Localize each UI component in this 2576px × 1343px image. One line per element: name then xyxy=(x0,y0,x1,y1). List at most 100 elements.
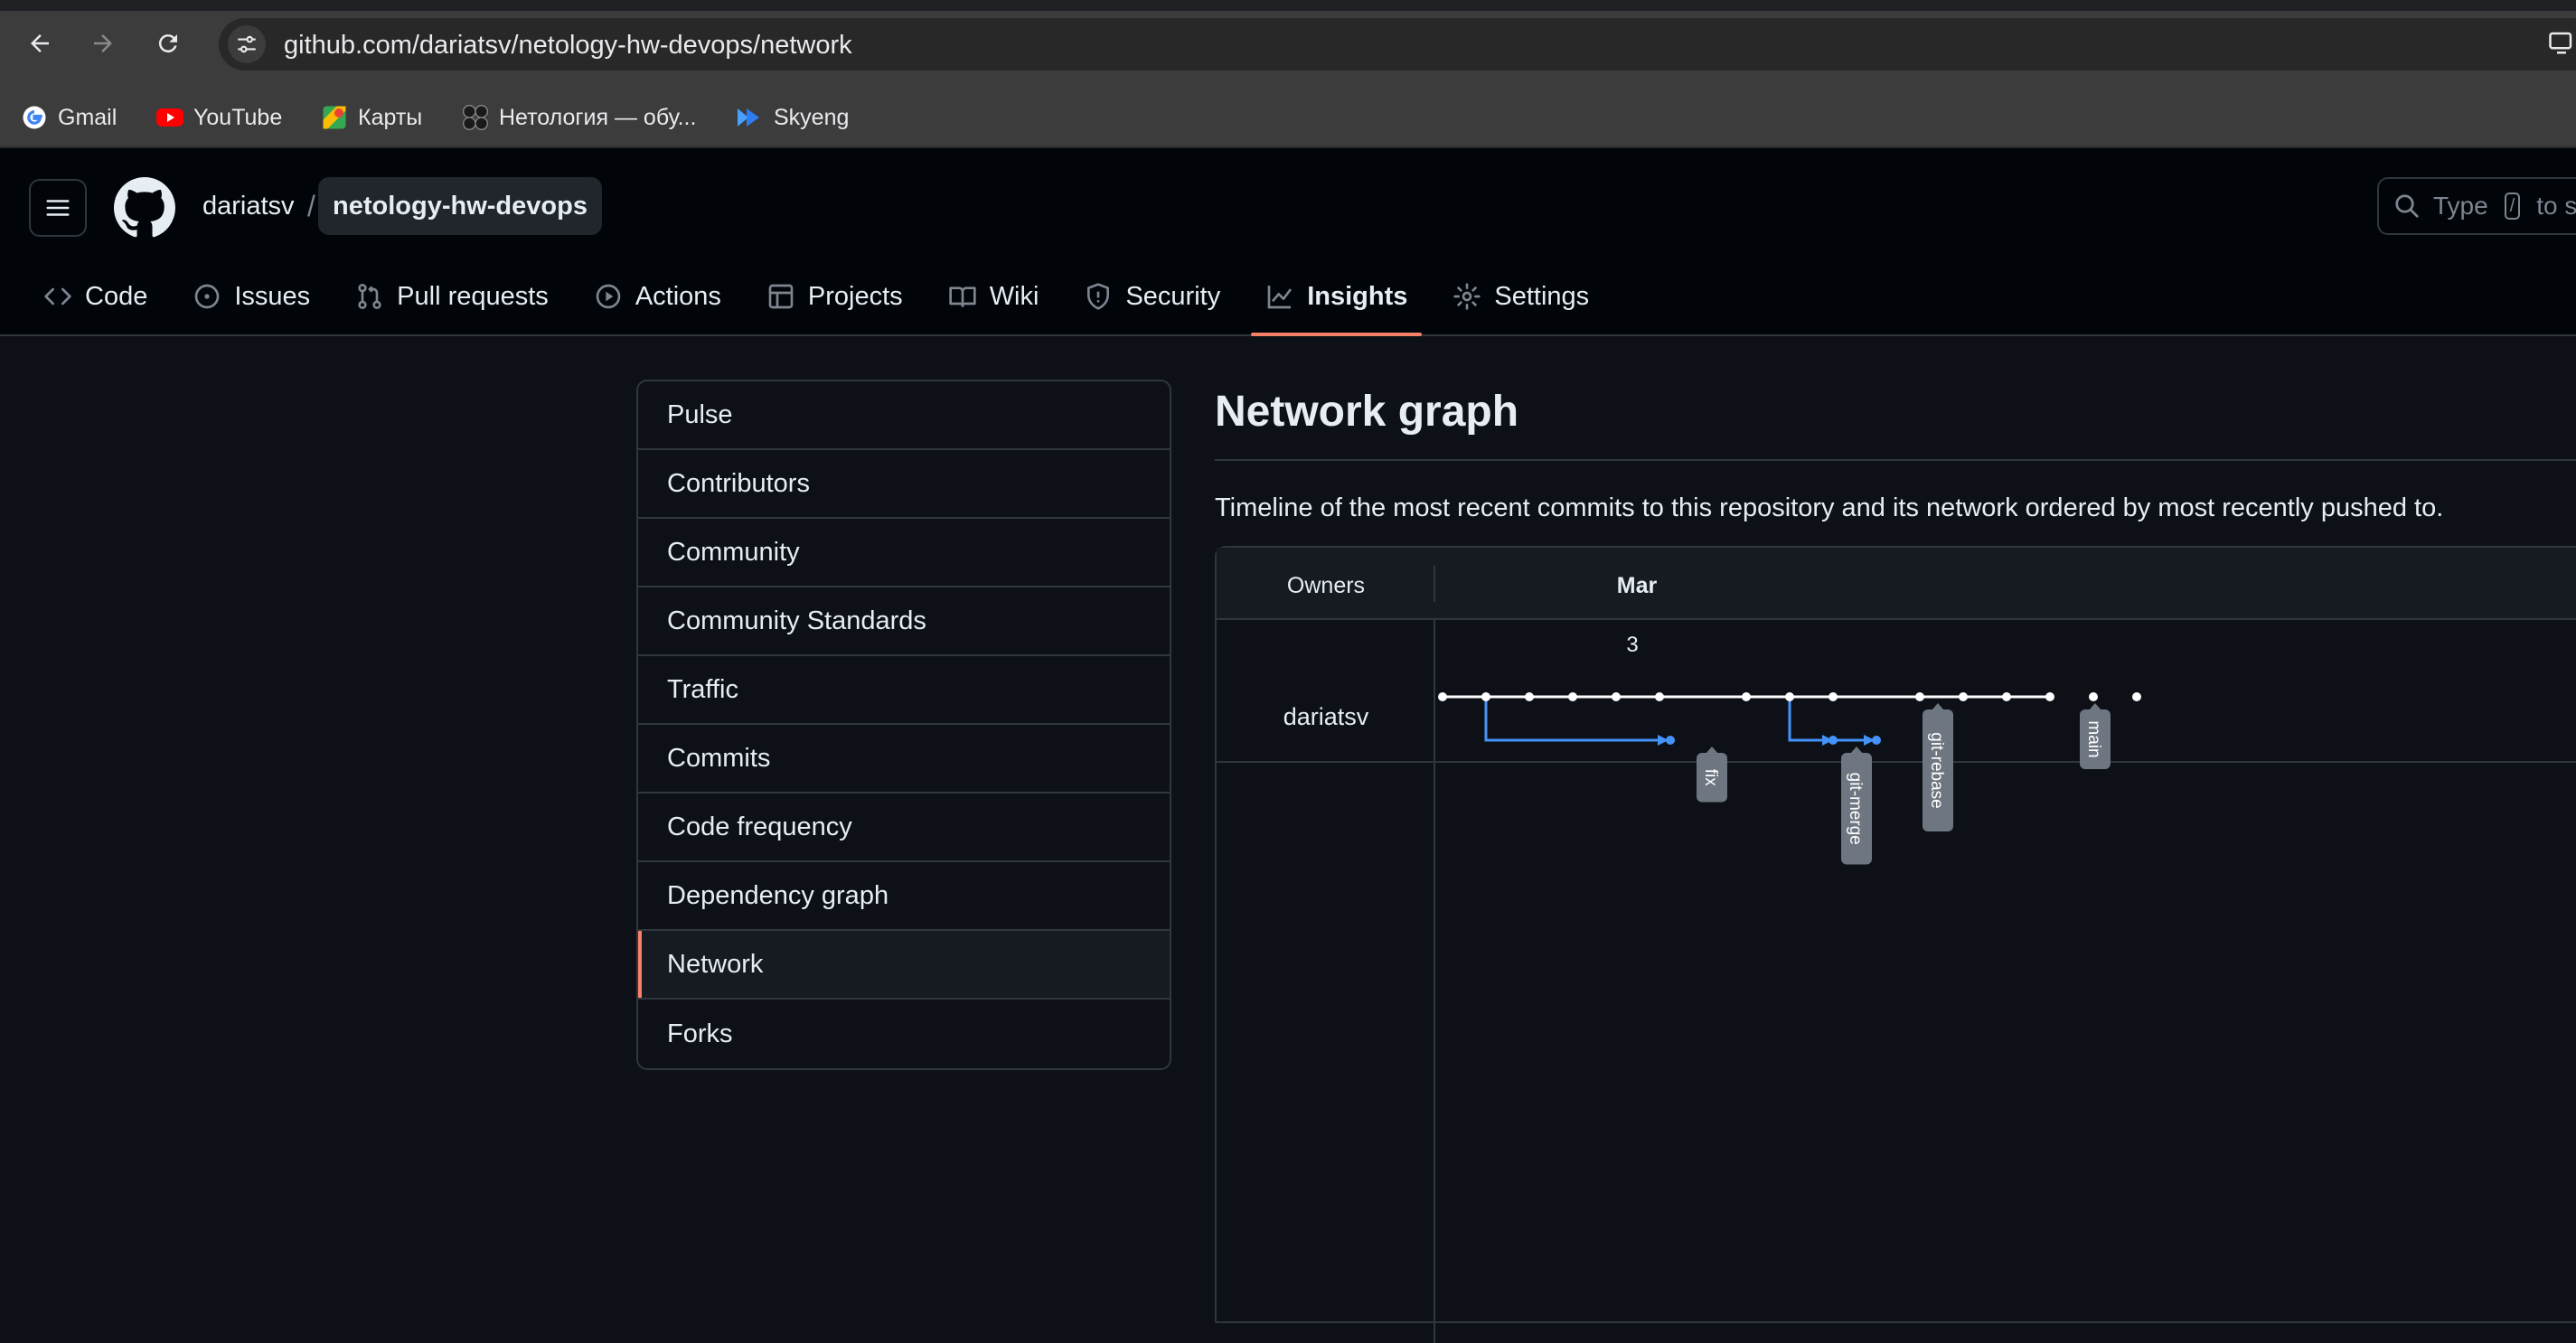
google-icon xyxy=(20,103,49,132)
bookmark-label: YouTube xyxy=(193,104,283,130)
tab-code[interactable]: Code xyxy=(29,264,162,329)
branch-label-text: git-rebase xyxy=(1927,732,1946,809)
commit-dot xyxy=(1438,692,1447,701)
tab-label: Settings xyxy=(1494,281,1590,311)
commit-dot xyxy=(1959,692,1968,701)
open-global-nav-button[interactable] xyxy=(29,179,87,237)
search-shortcut-key: / xyxy=(2504,193,2521,220)
issue-opened-icon xyxy=(194,284,220,309)
branch-line-git-merge xyxy=(1788,697,1866,742)
page-description: Timeline of the most recent commits to t… xyxy=(1215,493,2444,522)
tab-wiki[interactable]: Wiki xyxy=(934,264,1054,329)
commit-dot xyxy=(2045,692,2054,701)
tab-label: Actions xyxy=(635,281,721,311)
play-icon xyxy=(596,284,621,309)
menu-item-contributors[interactable]: Contributors xyxy=(638,450,1170,519)
commit-dot xyxy=(1829,692,1838,701)
branch-label-pointer xyxy=(2089,703,2101,710)
tab-label: Issues xyxy=(234,281,311,311)
graph-header: Owners Mar xyxy=(1217,548,2576,620)
graph-icon xyxy=(1267,286,1293,309)
commit-dot xyxy=(1785,692,1794,701)
tab-label: Code xyxy=(85,281,148,311)
commit-dot xyxy=(1655,692,1664,701)
branch-label-fix[interactable]: fix xyxy=(1697,747,1727,803)
network-graph[interactable]: Owners Mar 3 dariatsv fix git-merge git-re… xyxy=(1215,546,2576,1343)
back-button[interactable] xyxy=(20,23,60,63)
bookmark-label: Карты xyxy=(358,104,423,130)
tab-settings[interactable]: Settings xyxy=(1438,264,1603,329)
gear-icon xyxy=(1453,283,1481,310)
tab-label: Security xyxy=(1125,281,1221,311)
commit-dot xyxy=(1742,692,1751,701)
commit-dot xyxy=(1829,736,1838,745)
menu-item-forks[interactable]: Forks xyxy=(638,1000,1170,1068)
maps-icon xyxy=(320,103,349,132)
commit-dot xyxy=(1612,692,1621,701)
bookmark-netology[interactable]: Нетология — обу... xyxy=(461,99,696,136)
network-canvas[interactable]: fix git-merge git-rebase main xyxy=(1217,620,2576,981)
commit-dot xyxy=(2132,692,2141,701)
shield-icon xyxy=(1087,283,1110,310)
branch-label-git-merge[interactable]: git-merge xyxy=(1841,747,1872,865)
tab-label: Wiki xyxy=(989,281,1039,311)
month-label: Mar xyxy=(1616,573,1658,598)
bookmark-gmail[interactable]: Gmail xyxy=(20,99,117,136)
branch-label-pointer xyxy=(1706,747,1718,754)
insights-side-menu: Pulse Contributors Community Community S… xyxy=(636,380,1171,1070)
bookmark-youtube[interactable]: YouTube xyxy=(155,99,282,136)
title-divider xyxy=(1215,459,2576,461)
branch-label-git-rebase[interactable]: git-rebase xyxy=(1923,703,1953,831)
netology-icon xyxy=(461,103,490,132)
install-app-icon[interactable] xyxy=(2547,29,2576,56)
commit-dot xyxy=(1872,736,1881,745)
tab-issues[interactable]: Issues xyxy=(178,264,324,329)
branch-label-main[interactable]: main xyxy=(2080,703,2111,769)
tab-label: Projects xyxy=(807,281,903,311)
tab-pull-requests[interactable]: Pull requests xyxy=(341,264,563,329)
commit-dot xyxy=(1666,736,1675,745)
menu-item-community-standards[interactable]: Community Standards xyxy=(638,587,1170,656)
path-separator: / xyxy=(307,190,315,222)
repo-name-link[interactable]: netology-hw-devops xyxy=(318,177,602,235)
tab-strip xyxy=(0,0,2576,11)
menu-item-commits[interactable]: Commits xyxy=(638,725,1170,794)
commit-dot xyxy=(1481,692,1490,701)
tab-actions[interactable]: Actions xyxy=(579,264,736,329)
bookmarks-bar: Gmail YouTube Карты Нетология — обу... S… xyxy=(0,87,2576,148)
menu-item-code-frequency[interactable]: Code frequency xyxy=(638,794,1170,862)
bookmark-maps[interactable]: Карты xyxy=(320,99,422,136)
search-input[interactable]: Type / to se xyxy=(2377,177,2576,235)
owners-column-header: Owners xyxy=(1286,573,1366,598)
site-info-icon[interactable] xyxy=(228,25,266,63)
menu-item-network[interactable]: Network xyxy=(638,931,1170,1000)
menu-item-traffic[interactable]: Traffic xyxy=(638,656,1170,725)
branch-label-pointer xyxy=(1850,747,1863,754)
bookmark-skyeng[interactable]: Skyeng xyxy=(736,99,849,136)
github-logo-icon[interactable] xyxy=(114,177,175,239)
repo-owner-link[interactable]: dariatsv xyxy=(202,192,295,221)
back-arrow-icon xyxy=(31,34,49,52)
reload-button[interactable] xyxy=(148,23,188,63)
tab-label: Pull requests xyxy=(397,281,549,311)
url-text: github.com/dariatsv/netology-hw-devops/n… xyxy=(284,31,852,60)
tab-security[interactable]: Security xyxy=(1069,264,1235,329)
pull-request-icon xyxy=(358,284,381,309)
bookmark-label: Gmail xyxy=(58,104,118,130)
forward-button[interactable] xyxy=(83,23,123,63)
branch-label-text: main xyxy=(2084,720,2103,757)
address-bar[interactable]: github.com/dariatsv/netology-hw-devops/n… xyxy=(219,18,2576,70)
tab-label: Insights xyxy=(1307,281,1408,311)
menu-item-pulse[interactable]: Pulse xyxy=(638,381,1170,450)
branch-label-text: fix xyxy=(1701,769,1720,787)
tab-projects[interactable]: Projects xyxy=(752,264,917,329)
menu-item-community[interactable]: Community xyxy=(638,519,1170,587)
code-icon xyxy=(44,287,71,305)
page-title: Network graph xyxy=(1215,388,1519,436)
github-header: dariatsv / netology-hw-devops Type / to se… xyxy=(0,148,2576,336)
repo-nav-tabs: Code Issues Pull requests Actions Projec… xyxy=(29,264,1620,336)
tab-insights[interactable]: Insights xyxy=(1251,264,1423,336)
menu-item-dependency-graph[interactable]: Dependency graph xyxy=(638,862,1170,931)
search-icon xyxy=(2395,194,2419,218)
hamburger-icon xyxy=(46,200,70,216)
